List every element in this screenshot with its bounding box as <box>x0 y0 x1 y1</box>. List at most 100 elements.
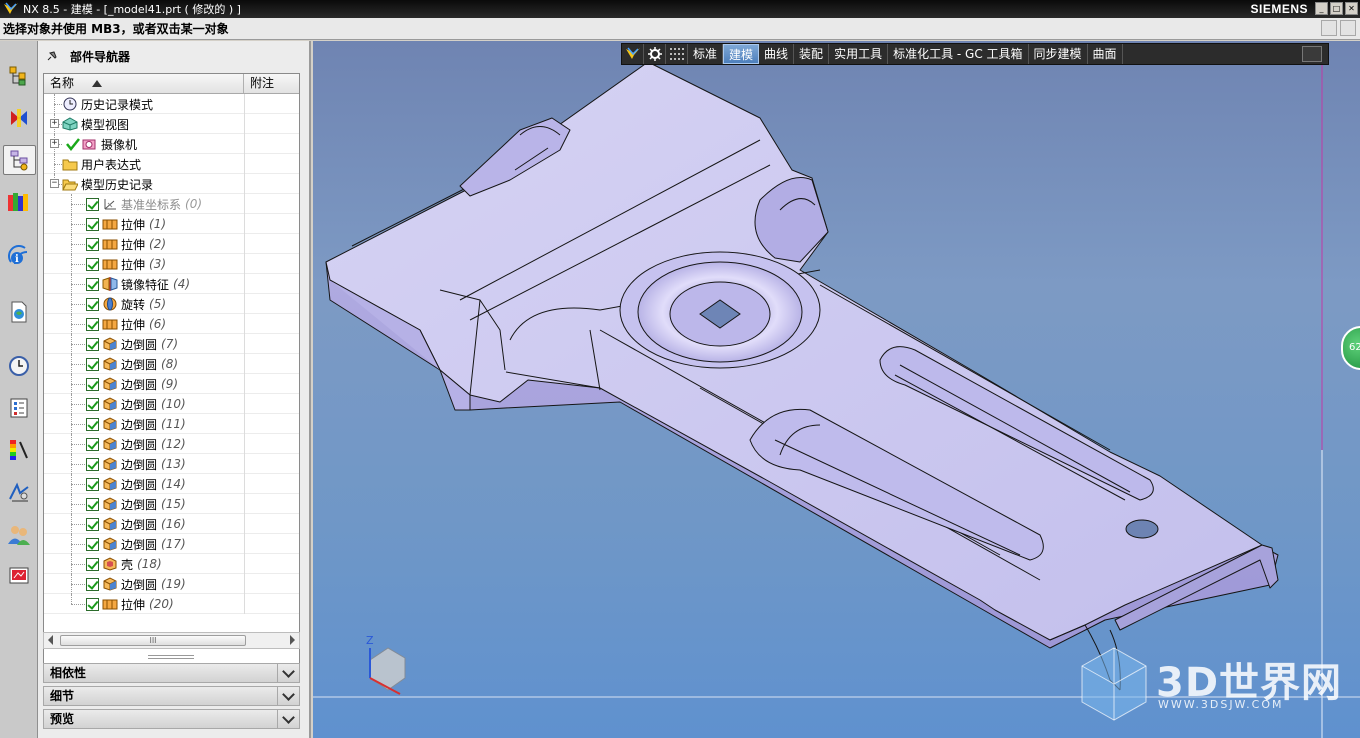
name-column-header[interactable]: 名称 <box>44 74 244 93</box>
tree-node[interactable]: 拉伸 (20) <box>44 594 299 614</box>
scroll-thumb[interactable]: III <box>60 635 246 646</box>
tree-node[interactable]: 历史记录模式 <box>44 94 299 114</box>
scroll-right-arrow[interactable] <box>290 635 295 645</box>
tree-node[interactable]: + 摄像机 <box>44 134 299 154</box>
tree-node[interactable]: 拉伸 (1) <box>44 214 299 234</box>
feature-checkbox[interactable] <box>86 457 99 471</box>
tab-modeling[interactable]: 建模 <box>723 44 760 64</box>
feature-checkbox[interactable] <box>86 497 99 511</box>
close-button[interactable]: ✕ <box>1345 2 1358 15</box>
web-browser-icon[interactable] <box>5 297 33 327</box>
tree-node[interactable]: 拉伸 (3) <box>44 254 299 274</box>
tree-node[interactable]: 镜像特征 (4) <box>44 274 299 294</box>
tree-node[interactable]: 边倒圆 (13) <box>44 454 299 474</box>
tree-node[interactable]: 边倒圆 (19) <box>44 574 299 594</box>
tree-node[interactable]: 壳 (18) <box>44 554 299 574</box>
constraint-navigator-icon[interactable] <box>5 103 33 133</box>
tab-curve[interactable]: 曲线 <box>759 44 795 64</box>
feature-checkbox[interactable] <box>86 277 99 291</box>
feature-checkbox[interactable] <box>86 297 99 311</box>
tree-node[interactable]: 边倒圆 (7) <box>44 334 299 354</box>
tree-node[interactable]: 用户表达式 <box>44 154 299 174</box>
system-scenes-icon[interactable] <box>5 561 33 591</box>
feature-checkbox[interactable] <box>86 197 99 211</box>
tree-node[interactable]: − 模型历史记录 <box>44 174 299 194</box>
collapse-icon[interactable]: − <box>50 179 59 188</box>
model-view[interactable]: Z <box>313 41 1360 738</box>
camera-icon <box>82 137 101 151</box>
note-column-header[interactable]: 附注 <box>244 74 299 93</box>
tab-surface[interactable]: 曲面 <box>1088 44 1123 64</box>
feature-checkbox[interactable] <box>86 377 99 391</box>
feature-checkbox[interactable] <box>86 337 99 351</box>
tree-node[interactable]: 拉伸 (2) <box>44 234 299 254</box>
panel-splitter[interactable] <box>148 655 194 659</box>
tree-node[interactable]: 边倒圆 (17) <box>44 534 299 554</box>
expand-icon[interactable]: + <box>50 139 59 148</box>
tab-standard[interactable]: 标准 <box>688 44 724 64</box>
reuse-library-icon[interactable] <box>5 187 33 217</box>
tree-node[interactable]: 拉伸 (6) <box>44 314 299 334</box>
feature-checkbox[interactable] <box>86 257 99 271</box>
feature-checkbox[interactable] <box>86 317 99 331</box>
feature-checkbox[interactable] <box>86 217 99 231</box>
revolve-boss[interactable] <box>619 251 821 369</box>
tree-node[interactable]: 边倒圆 (16) <box>44 514 299 534</box>
preview-section[interactable]: 预览 <box>43 709 300 729</box>
tree-node[interactable]: 边倒圆 (9) <box>44 374 299 394</box>
feature-checkbox[interactable] <box>86 597 99 611</box>
part-navigator-icon[interactable] <box>3 145 36 175</box>
details-section[interactable]: 细节 <box>43 686 300 706</box>
tab-synchronous-modeling[interactable]: 同步建模 <box>1029 44 1088 64</box>
feature-checkbox[interactable] <box>86 537 99 551</box>
chevron-down-icon[interactable] <box>277 710 299 728</box>
sheet-metal-part[interactable] <box>325 61 1279 691</box>
tree-node[interactable]: 边倒圆 (8) <box>44 354 299 374</box>
graphics-window[interactable]: Z <box>313 41 1360 738</box>
hd3d-tools-icon[interactable]: i <box>5 241 33 271</box>
feature-checkbox[interactable] <box>86 577 99 591</box>
visualization-palette-icon[interactable] <box>5 435 33 465</box>
dependencies-section[interactable]: 相依性 <box>43 663 300 683</box>
tree-node[interactable]: 旋转 (5) <box>44 294 299 314</box>
chevron-down-icon[interactable] <box>277 664 299 682</box>
feature-checkbox[interactable] <box>86 477 99 491</box>
feature-checkbox[interactable] <box>86 357 99 371</box>
chevron-down-icon[interactable] <box>277 687 299 705</box>
tree-node[interactable]: 边倒圆 (12) <box>44 434 299 454</box>
feature-checkbox[interactable] <box>86 517 99 531</box>
feature-checkbox[interactable] <box>86 437 99 451</box>
minimize-button[interactable]: _ <box>1315 2 1328 15</box>
history-icon[interactable] <box>5 351 33 381</box>
pin-icon[interactable] <box>46 50 58 62</box>
edge-blend-icon <box>102 457 121 471</box>
toolbar-options-button[interactable] <box>1302 46 1322 62</box>
nx-logo-icon[interactable] <box>622 44 644 64</box>
expand-icon[interactable]: + <box>50 119 59 128</box>
assembly-navigator-icon[interactable] <box>5 61 33 91</box>
tab-utilities[interactable]: 实用工具 <box>829 44 889 64</box>
tree-node[interactable]: + 模型视图 <box>44 114 299 134</box>
process-studio-icon[interactable] <box>5 393 33 423</box>
view-triad-icon[interactable] <box>1340 20 1356 36</box>
feature-checkbox[interactable] <box>86 417 99 431</box>
grid-icon[interactable] <box>666 44 688 64</box>
scroll-left-arrow[interactable] <box>48 635 53 645</box>
feature-checkbox[interactable] <box>86 237 99 251</box>
tab-assembly[interactable]: 装配 <box>794 44 830 64</box>
tree-node[interactable]: 基准坐标系 (0) <box>44 194 299 214</box>
part-navigator-tree[interactable]: 名称 附注 历史记录模式 + 模型视图 + 摄像机 用户表达式 − 模型历史记录 基准坐标系 (0… <box>43 73 300 673</box>
maximize-button[interactable]: □ <box>1330 2 1343 15</box>
tree-node[interactable]: 边倒圆 (15) <box>44 494 299 514</box>
roles-icon[interactable] <box>5 519 33 549</box>
analysis-tools-icon[interactable] <box>5 477 33 507</box>
feature-checkbox[interactable] <box>86 397 99 411</box>
selection-filter-icon[interactable] <box>1321 20 1337 36</box>
tab-gc-toolkit[interactable]: 标准化工具 - GC 工具箱 <box>888 44 1029 64</box>
tree-node[interactable]: 边倒圆 (14) <box>44 474 299 494</box>
tree-node[interactable]: 边倒圆 (11) <box>44 414 299 434</box>
tree-node[interactable]: 边倒圆 (10) <box>44 394 299 414</box>
feature-checkbox[interactable] <box>86 557 99 571</box>
horizontal-scrollbar[interactable]: III <box>43 632 300 649</box>
gear-icon[interactable] <box>644 44 666 64</box>
